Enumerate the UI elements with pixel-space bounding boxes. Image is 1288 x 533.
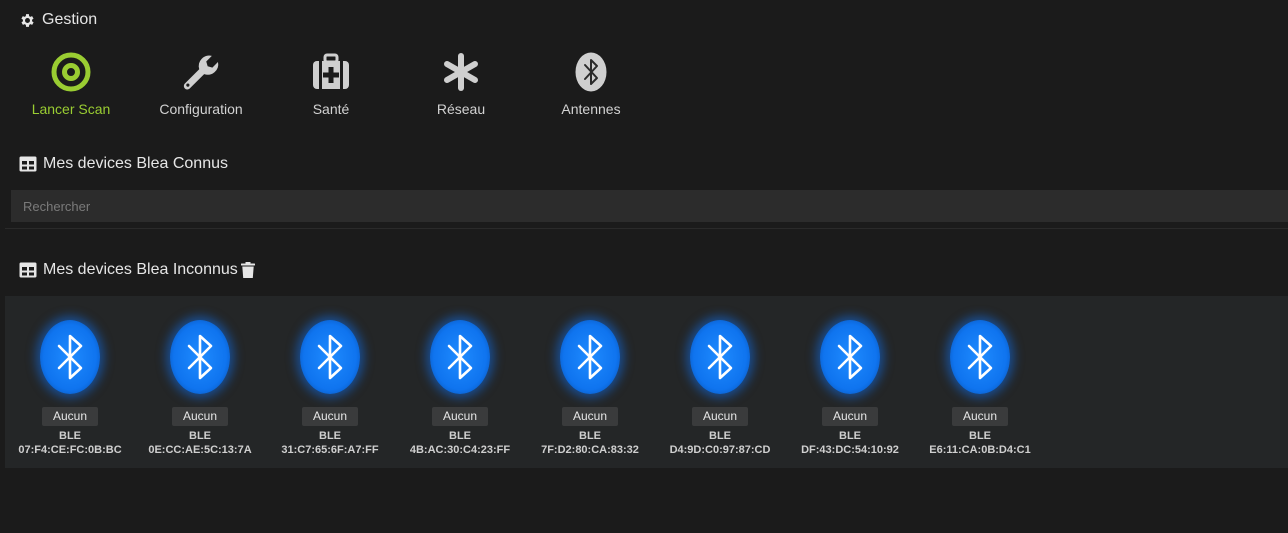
- bluetooth-badge-icon: [575, 52, 607, 92]
- gestion-actions: Lancer Scan Configuration Santé Réseau A…: [11, 44, 661, 134]
- gestion-title: Gestion: [19, 11, 97, 29]
- device-object-badge: Aucun: [561, 407, 619, 426]
- trash-icon[interactable]: [240, 261, 255, 279]
- asterisk-icon: [444, 53, 478, 91]
- device-list: Aucun BLE 07:F4:CE:FC:0B:BC Aucun BLE 0E…: [10, 296, 1050, 457]
- bluetooth-icon: [690, 320, 750, 394]
- medkit-icon: [313, 53, 349, 89]
- device-mac: 0E:CC:AE:5C:13:7A: [148, 444, 252, 456]
- device-type: BLE: [59, 430, 81, 442]
- device-type: BLE: [189, 430, 211, 442]
- device-mac: 7F:D2:80:CA:83:32: [541, 444, 639, 456]
- device-card[interactable]: Aucun BLE D4:9D:C0:97:87:CD: [660, 296, 780, 457]
- device-type: BLE: [449, 430, 471, 442]
- device-object-badge: Aucun: [691, 407, 749, 426]
- bluetooth-icon: [950, 320, 1010, 394]
- gear-icon: [21, 13, 34, 27]
- device-object-badge: Aucun: [431, 407, 489, 426]
- device-card[interactable]: Aucun BLE 31:C7:65:6F:A7:FF: [270, 296, 390, 457]
- device-card[interactable]: Aucun BLE 07:F4:CE:FC:0B:BC: [10, 296, 130, 457]
- known-devices-title: Mes devices Blea Connus: [19, 155, 228, 173]
- divider: [5, 228, 1288, 229]
- network-button[interactable]: Réseau: [401, 44, 521, 134]
- unknown-devices-panel: Aucun BLE 07:F4:CE:FC:0B:BC Aucun BLE 0E…: [5, 296, 1288, 468]
- target-icon: [51, 52, 91, 92]
- search-input[interactable]: [11, 190, 1288, 222]
- unknown-devices-title: Mes devices Blea Inconnus: [19, 261, 255, 279]
- device-object-badge: Aucun: [301, 407, 359, 426]
- launch-scan-button[interactable]: Lancer Scan: [11, 44, 131, 134]
- device-card[interactable]: Aucun BLE 0E:CC:AE:5C:13:7A: [140, 296, 260, 457]
- device-card[interactable]: Aucun BLE 7F:D2:80:CA:83:32: [530, 296, 650, 457]
- device-type: BLE: [579, 430, 601, 442]
- gestion-title-text: Gestion: [42, 11, 98, 28]
- configuration-button[interactable]: Configuration: [141, 44, 261, 134]
- bluetooth-icon: [820, 320, 880, 394]
- known-devices-title-text: Mes devices Blea Connus: [43, 155, 228, 172]
- device-type: BLE: [839, 430, 861, 442]
- network-label: Réseau: [436, 101, 486, 117]
- health-button[interactable]: Santé: [271, 44, 391, 134]
- device-type: BLE: [969, 430, 991, 442]
- bluetooth-icon: [170, 320, 230, 394]
- device-card[interactable]: Aucun BLE 4B:AC:30:C4:23:FF: [400, 296, 520, 457]
- device-card[interactable]: Aucun BLE E6:11:CA:0B:D4:C1: [920, 296, 1040, 457]
- device-mac: D4:9D:C0:97:87:CD: [669, 444, 771, 456]
- health-label: Santé: [312, 101, 350, 117]
- bluetooth-icon: [430, 320, 490, 394]
- wrench-icon: [183, 55, 219, 90]
- table-icon: [19, 156, 37, 172]
- device-type: BLE: [709, 430, 731, 442]
- configuration-label: Configuration: [159, 101, 243, 117]
- device-mac: 4B:AC:30:C4:23:FF: [409, 444, 511, 456]
- bluetooth-icon: [300, 320, 360, 394]
- unknown-devices-title-text: Mes devices Blea Inconnus: [43, 261, 238, 278]
- antennas-label: Antennes: [561, 101, 621, 117]
- bluetooth-icon: [40, 320, 100, 394]
- bluetooth-icon: [560, 320, 620, 394]
- device-card[interactable]: Aucun BLE DF:43:DC:54:10:92: [790, 296, 910, 457]
- antennas-button[interactable]: Antennes: [531, 44, 651, 134]
- device-object-badge: Aucun: [951, 407, 1009, 426]
- device-mac: 31:C7:65:6F:A7:FF: [281, 444, 379, 456]
- device-object-badge: Aucun: [171, 407, 229, 426]
- table-icon: [19, 262, 37, 278]
- device-object-badge: Aucun: [821, 407, 879, 426]
- device-mac: 07:F4:CE:FC:0B:BC: [18, 444, 122, 456]
- device-mac: E6:11:CA:0B:D4:C1: [929, 444, 1031, 456]
- device-type: BLE: [319, 430, 341, 442]
- launch-scan-label: Lancer Scan: [31, 101, 111, 117]
- device-object-badge: Aucun: [41, 407, 99, 426]
- device-mac: DF:43:DC:54:10:92: [801, 444, 899, 456]
